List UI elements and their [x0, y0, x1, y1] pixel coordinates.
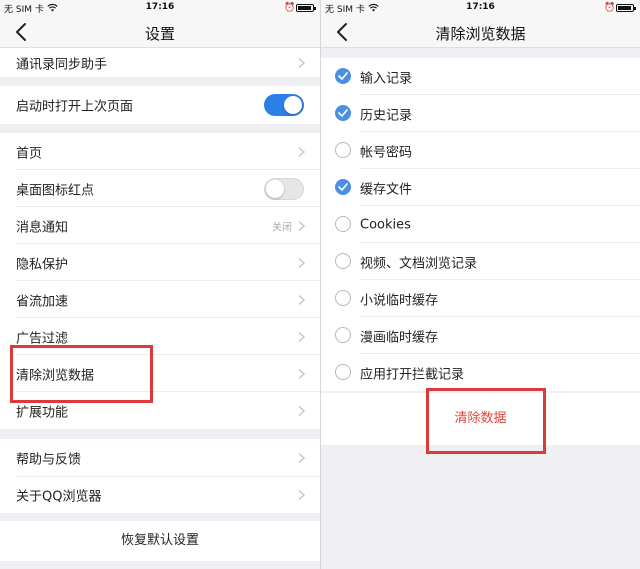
battery-icon: [616, 4, 636, 12]
settings-item-restore-last-page: 启动时打开上次页面: [0, 86, 320, 124]
reset-defaults-button[interactable]: 恢复默认设置: [0, 521, 320, 561]
navigation-bar: 清除浏览数据: [321, 16, 640, 48]
clear-data-screen: 无 SIM 卡 17:16 ⏰ 清除浏览数据 输入记录历史记录帐号密码缓存文件 C…: [321, 0, 640, 569]
checked-circle-icon[interactable]: [335, 179, 351, 195]
toggle-knob: [284, 96, 302, 114]
chevron-right-icon: [298, 257, 305, 268]
alarm-icon: ⏰: [284, 3, 296, 13]
checkmark-icon: [338, 109, 348, 117]
chevron-right-icon: [298, 368, 305, 379]
toggle-knob: [266, 179, 284, 198]
settings-item-label: 消息通知: [16, 220, 69, 235]
clear-option[interactable]: 历史记录: [321, 95, 640, 132]
clear-option[interactable]: 缓存文件: [321, 169, 640, 206]
chevron-right-icon: [298, 405, 305, 416]
settings-item-label: 广告过滤: [16, 331, 69, 346]
settings-item-data-saver[interactable]: 省流加速: [0, 281, 320, 318]
status-bar: 无 SIM 卡 17:16 ⏰: [321, 0, 640, 16]
settings-item-notifications[interactable]: 消息通知 关闭: [0, 207, 320, 244]
battery-icon: [296, 4, 316, 12]
unchecked-circle-icon[interactable]: [335, 290, 351, 306]
chevron-right-icon: [298, 489, 305, 501]
chevron-right-icon: [298, 220, 305, 231]
clear-option[interactable]: Cookies: [321, 206, 640, 243]
settings-item-label: 关于QQ浏览器: [16, 489, 102, 505]
clear-option-label: 缓存文件: [360, 182, 413, 197]
restore-last-page-toggle[interactable]: [264, 94, 304, 116]
settings-item-about[interactable]: 关于QQ浏览器: [0, 477, 320, 513]
chevron-right-icon: [298, 294, 305, 305]
settings-item-label: 首页: [16, 146, 43, 161]
status-bar: 无 SIM 卡 17:16 ⏰: [0, 0, 320, 16]
clear-option-label: 帐号密码: [360, 145, 413, 160]
settings-item-help-feedback[interactable]: 帮助与反馈: [0, 439, 320, 477]
clear-option[interactable]: 漫画临时缓存: [321, 317, 640, 354]
checked-circle-icon[interactable]: [335, 68, 351, 84]
clear-option-label: 视频、文档浏览记录: [360, 256, 478, 271]
icon-badge-toggle[interactable]: [264, 177, 304, 200]
unchecked-circle-icon[interactable]: [335, 142, 351, 158]
page-title: 清除浏览数据: [435, 25, 526, 43]
settings-item-label: 桌面图标红点: [16, 183, 95, 198]
clear-option[interactable]: 视频、文档浏览记录: [321, 243, 640, 280]
clear-option-label: 历史记录: [360, 108, 413, 123]
unchecked-circle-icon[interactable]: [335, 327, 351, 343]
highlight-box: [10, 345, 153, 403]
clear-option[interactable]: 小说临时缓存: [321, 280, 640, 317]
unchecked-circle-icon[interactable]: [335, 216, 351, 232]
settings-item-label: 省流加速: [16, 294, 69, 309]
clock: 17:16: [466, 2, 495, 12]
clear-option[interactable]: 输入记录: [321, 58, 640, 95]
settings-screen: 无 SIM 卡 17:16 ⏰ 设置 通讯录同步助手 启动时打开上次页面 首页 …: [0, 0, 320, 569]
chevron-right-icon: [298, 331, 305, 342]
settings-item-label: 扩展功能: [16, 405, 69, 420]
checked-circle-icon[interactable]: [335, 105, 351, 121]
chevron-right-icon: [298, 452, 305, 464]
settings-item-icon-badge: 桌面图标红点: [0, 170, 320, 207]
settings-item-label: 帮助与反馈: [16, 452, 82, 468]
settings-item-label: 启动时打开上次页面: [16, 99, 134, 115]
page-title: 设置: [144, 25, 175, 43]
settings-item-privacy[interactable]: 隐私保护: [0, 244, 320, 281]
clear-option-label: 输入记录: [360, 71, 413, 86]
navigation-bar: 设置: [0, 16, 320, 48]
clear-option[interactable]: 应用打开拦截记录: [321, 354, 640, 391]
clear-option-label: 应用打开拦截记录: [360, 367, 465, 382]
settings-item-label: 通讯录同步助手: [16, 57, 108, 72]
unchecked-circle-icon[interactable]: [335, 364, 351, 380]
clear-option[interactable]: 帐号密码: [321, 132, 640, 169]
settings-item-contacts-sync[interactable]: 通讯录同步助手: [0, 48, 320, 77]
clear-option-label: Cookies: [360, 217, 411, 232]
chevron-right-icon: [298, 57, 305, 68]
clear-option-label: 漫画临时缓存: [360, 330, 439, 345]
checkmark-icon: [338, 183, 348, 191]
settings-item-homepage[interactable]: 首页: [0, 133, 320, 170]
unchecked-circle-icon[interactable]: [335, 253, 351, 269]
notifications-value: 关闭: [272, 222, 292, 233]
clock: 17:16: [145, 2, 175, 12]
alarm-icon: ⏰: [604, 3, 616, 13]
checkmark-icon: [338, 72, 348, 80]
chevron-right-icon: [298, 146, 305, 157]
settings-item-label: 隐私保护: [16, 257, 69, 272]
highlight-box: [426, 388, 546, 454]
clear-option-label: 小说临时缓存: [360, 293, 439, 308]
